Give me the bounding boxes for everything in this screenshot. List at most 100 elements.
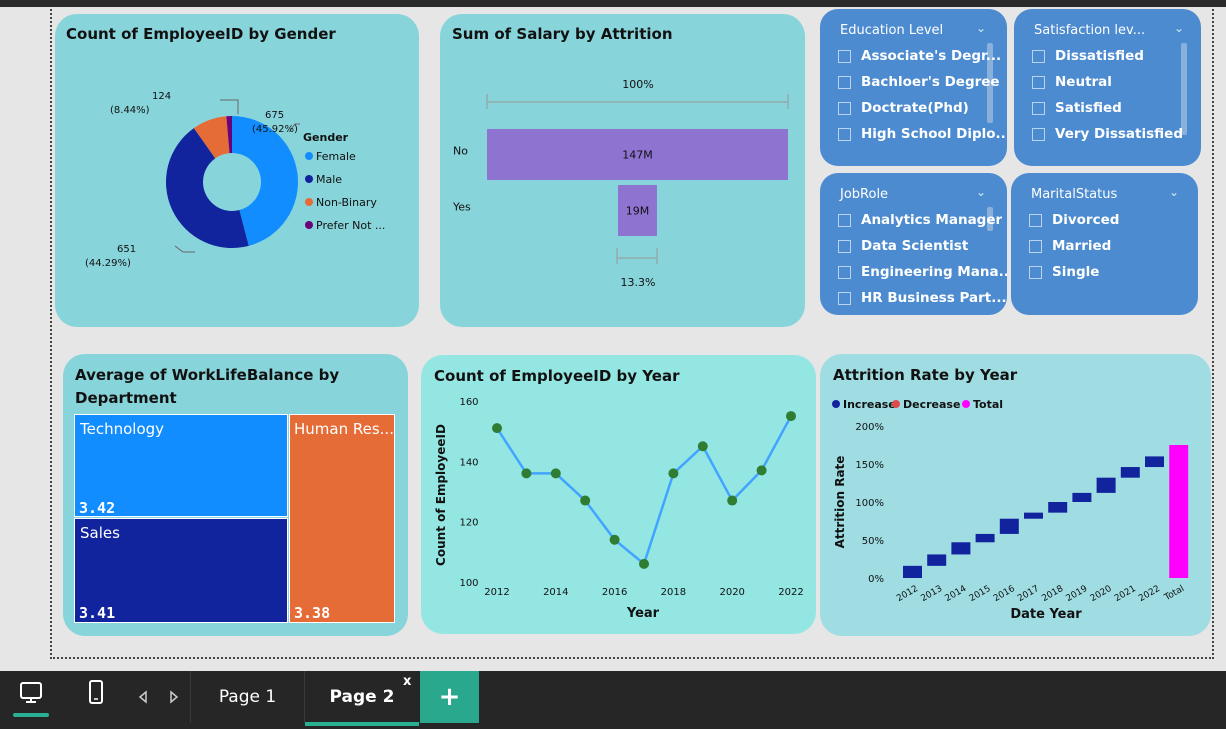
waterfall-bar[interactable] xyxy=(975,533,995,543)
waterfall-total-bar[interactable] xyxy=(1169,445,1189,578)
waterfall-bar[interactable] xyxy=(999,518,1019,534)
salary-bar-chart[interactable]: 100% 13.3% 147M No 19M Yes xyxy=(440,14,805,327)
treemap-tile-sales[interactable]: Sales 3.41 xyxy=(74,518,288,623)
waterfall-bar[interactable] xyxy=(1120,467,1140,478)
year-line-chart[interactable]: 100 120 140 160 2012 2014 2016 2018 2020 2022 Co… xyxy=(421,355,816,634)
gender-chart-card[interactable]: Count of EmployeeID by Gender 124 (8.44%… xyxy=(55,14,419,327)
year-chart-card[interactable]: Count of EmployeeID by Year 100 120 140 160… xyxy=(421,355,816,634)
x-tick-label: Total xyxy=(1162,584,1186,604)
chevron-down-icon[interactable]: ⌄ xyxy=(976,185,986,199)
legend-item-label[interactable]: Male xyxy=(316,173,342,186)
tab-page-2[interactable]: Page 2 xyxy=(305,671,419,726)
satisfaction-slicer[interactable]: Satisfaction lev... ⌄ Dissatisfied Neutra… xyxy=(1014,9,1201,166)
checkbox[interactable] xyxy=(838,75,851,89)
waterfall-bar[interactable] xyxy=(927,554,947,566)
close-tab-button[interactable]: x xyxy=(403,674,411,689)
data-point[interactable] xyxy=(521,468,532,479)
education-option[interactable]: Doctrate(Phd) xyxy=(838,97,969,119)
satisfaction-scrollbar[interactable] xyxy=(1181,43,1187,135)
education-option-label: Associate's Degr... xyxy=(861,48,1002,64)
gender-donut-chart[interactable]: 124 (8.44%) 675 (45.92%) 651 (44.29%) Ge… xyxy=(55,14,419,327)
satisfaction-option[interactable]: Very Dissatisfied xyxy=(1032,123,1183,145)
jobrole-option[interactable]: Analytics Manager xyxy=(838,209,1002,231)
legend-item-label[interactable]: Prefer Not ... xyxy=(316,219,385,232)
checkbox[interactable] xyxy=(1029,265,1042,279)
mobile-view-button[interactable] xyxy=(84,679,108,709)
bar-value-label: 19M xyxy=(626,205,650,218)
checkbox[interactable] xyxy=(838,213,851,227)
legend-item-label[interactable]: Total xyxy=(973,398,1003,411)
y-tick-label: 100 xyxy=(459,578,478,589)
checkbox[interactable] xyxy=(1032,127,1045,141)
chevron-down-icon[interactable]: ⌄ xyxy=(1169,185,1179,199)
legend-item-label[interactable]: Female xyxy=(316,150,356,163)
legend-item-label[interactable]: Non-Binary xyxy=(316,196,377,209)
waterfall-bar[interactable] xyxy=(1145,456,1164,468)
y-tick-label: 160 xyxy=(459,397,478,408)
data-point[interactable] xyxy=(697,441,708,452)
salary-chart-card[interactable]: Sum of Salary by Attrition 100% 13.3% 14… xyxy=(440,14,805,327)
education-option[interactable]: Associate's Degr... xyxy=(838,45,1001,67)
next-page-button[interactable] xyxy=(168,689,180,708)
data-point[interactable] xyxy=(580,495,591,506)
checkbox[interactable] xyxy=(838,265,851,279)
jobrole-slicer[interactable]: JobRole ⌄ Analytics Manager Data Scientis… xyxy=(820,173,1007,315)
waterfall-bar[interactable] xyxy=(1024,512,1043,519)
checkbox[interactable] xyxy=(838,291,851,305)
checkbox[interactable] xyxy=(838,127,851,141)
data-point[interactable] xyxy=(492,423,502,434)
waterfall-bar[interactable] xyxy=(951,542,971,555)
checkbox[interactable] xyxy=(1029,239,1042,253)
data-point[interactable] xyxy=(727,495,738,506)
chevron-down-icon[interactable]: ⌄ xyxy=(976,21,986,35)
jobrole-option[interactable]: Engineering Mana... xyxy=(838,261,1007,283)
data-point[interactable] xyxy=(786,411,796,422)
waterfall-bar[interactable] xyxy=(1048,502,1068,513)
checkbox[interactable] xyxy=(838,101,851,115)
satisfaction-option[interactable]: Dissatisfied xyxy=(1032,45,1144,67)
checkbox[interactable] xyxy=(1032,49,1045,63)
data-point[interactable] xyxy=(550,468,561,479)
data-point[interactable] xyxy=(756,465,767,476)
treemap-tile-human-resources[interactable]: Human Res... 3.38 xyxy=(289,414,395,623)
treemap-tile-technology[interactable]: Technology 3.42 xyxy=(74,414,288,517)
prev-page-button[interactable] xyxy=(137,689,149,708)
tab-page-1[interactable]: Page 1 xyxy=(190,671,305,723)
checkbox[interactable] xyxy=(838,239,851,253)
marital-option[interactable]: Divorced xyxy=(1029,209,1119,231)
wlb-chart-card[interactable]: Average of WorkLifeBalance by Department… xyxy=(63,354,408,636)
legend-item-label[interactable]: Decrease xyxy=(903,398,960,411)
education-option[interactable]: High School Diplo... xyxy=(838,123,1007,145)
checkbox[interactable] xyxy=(1032,101,1045,115)
waterfall-bar[interactable] xyxy=(1096,477,1116,493)
satisfaction-option[interactable]: Satisfied xyxy=(1032,97,1122,119)
jobrole-option[interactable]: Data Scientist xyxy=(838,235,968,257)
education-option-label: High School Diplo... xyxy=(861,126,1007,142)
attrition-waterfall-chart[interactable]: Increase Decrease Total 0%50%100%150%200% … xyxy=(820,354,1211,636)
chevron-down-icon[interactable]: ⌄ xyxy=(1174,21,1184,35)
data-point[interactable] xyxy=(668,468,679,479)
waterfall-bar[interactable] xyxy=(903,565,922,578)
data-point[interactable] xyxy=(609,534,620,545)
marital-option[interactable]: Single xyxy=(1029,261,1099,283)
marital-option-label: Single xyxy=(1052,264,1100,280)
add-page-button[interactable]: + xyxy=(420,671,479,723)
jobrole-option[interactable]: HR Business Part... xyxy=(838,287,1007,309)
marital-option[interactable]: Married xyxy=(1029,235,1111,257)
marital-slicer[interactable]: MaritalStatus ⌄ Divorced Married Single xyxy=(1011,173,1198,315)
checkbox[interactable] xyxy=(1029,213,1042,227)
slice-label-nonbinary: 124 xyxy=(152,91,171,102)
checkbox[interactable] xyxy=(1032,75,1045,89)
education-slicer[interactable]: Education Level ⌄ Associate's Degr... Bac… xyxy=(820,9,1007,166)
data-point[interactable] xyxy=(639,558,649,569)
waterfall-bar[interactable] xyxy=(1072,492,1092,502)
treemap-label-technology: Technology xyxy=(80,420,165,438)
checkbox[interactable] xyxy=(838,49,851,63)
attrition-chart-card[interactable]: Attrition Rate by Year Increase Decrease T… xyxy=(820,354,1211,636)
legend-marker xyxy=(305,152,313,160)
desktop-view-button[interactable] xyxy=(13,679,49,717)
legend-item-label[interactable]: Increase xyxy=(843,398,896,411)
satisfaction-option[interactable]: Neutral xyxy=(1032,71,1112,93)
treemap-value-technology: 3.42 xyxy=(79,499,116,517)
education-option[interactable]: Bachloer's Degree xyxy=(838,71,1000,93)
